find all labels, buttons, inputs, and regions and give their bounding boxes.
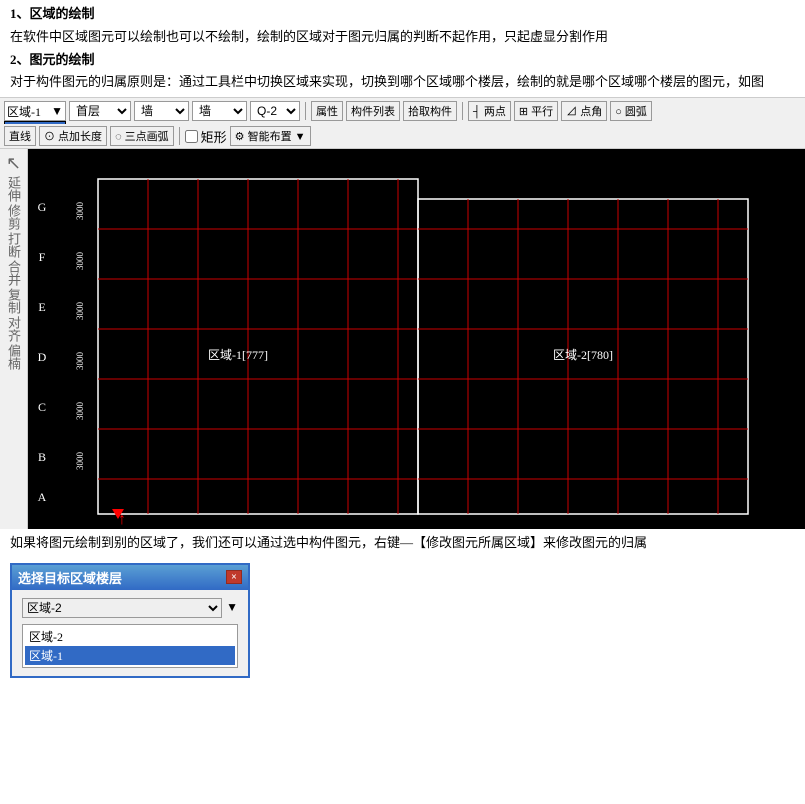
y-val-3: 3000 xyxy=(75,302,85,321)
row-b-label: B xyxy=(38,450,46,464)
row-a-label: A xyxy=(38,490,47,504)
wall-dropdown-2[interactable]: 墙 xyxy=(192,101,247,121)
zone-dropdown-arrow: ▼ xyxy=(51,104,63,119)
zone-dropdown-list[interactable]: 区域-1 区域-2 xyxy=(4,121,66,124)
dialog-list-item-zone2[interactable]: 区域-2 xyxy=(25,627,235,646)
btn-arc[interactable]: ○ 圆弧 xyxy=(610,101,652,121)
y-val-5: 3000 xyxy=(75,402,85,421)
code-dropdown[interactable]: Q-2 xyxy=(250,101,300,121)
btn-component-list[interactable]: 构件列表 xyxy=(346,101,400,121)
row-c-label: C xyxy=(38,400,46,414)
tool-trim[interactable]: 修剪 xyxy=(4,204,23,230)
zone-dropdown-wrapper[interactable]: 区域-1 ▼ 区域-1 区域-2 xyxy=(4,101,66,121)
main-area: ↖ 延伸 修剪 打断 合并 复制 对齐 偏楠 G F E D C B A xyxy=(0,149,805,529)
section1-body: 在软件中区域图元可以绘制也可以不绘制，绘制的区域对于图元归属的判断不起作用，只起… xyxy=(10,27,795,48)
section1-title: 1、区域的绘制 xyxy=(10,4,795,25)
btn-point-length[interactable]: ⊙ 点加长度 xyxy=(39,126,107,146)
row-d-label: D xyxy=(38,350,47,364)
tool-align[interactable]: 对齐 xyxy=(4,316,23,342)
sep1 xyxy=(305,102,306,120)
dialog-dropdown-arrow: ▼ xyxy=(226,600,238,615)
tool-cursor[interactable]: ↖ xyxy=(6,153,21,174)
row-e-label: E xyxy=(38,300,45,314)
dialog-close-icon: × xyxy=(231,572,237,583)
dialog-titlebar: 选择目标区域楼层 × xyxy=(12,565,248,590)
text-section-top: 1、区域的绘制 在软件中区域图元可以绘制也可以不绘制，绘制的区域对于图元归属的判… xyxy=(0,0,805,97)
dialog-close-button[interactable]: × xyxy=(226,570,242,584)
btn-smart-layout[interactable]: ⚙ 智能布置 ▼ xyxy=(230,126,311,146)
checkbox-rect[interactable] xyxy=(185,130,198,143)
wall-dropdown-1[interactable]: 墙 xyxy=(134,101,189,121)
y-val-6: 3000 xyxy=(75,452,85,471)
left-toolbar: ↖ 延伸 修剪 打断 合并 复制 对齐 偏楠 xyxy=(0,149,28,529)
btn-two-points[interactable]: ┤ 两点 xyxy=(468,101,511,121)
dialog-body: 区域-2 区域-1 ▼ 区域-2 区域-1 xyxy=(12,590,248,676)
btn-property[interactable]: 属性 xyxy=(311,101,343,121)
dialog-box: 选择目标区域楼层 × 区域-2 区域-1 ▼ 区域-2 区域-1 xyxy=(10,563,250,678)
dialog-overlay: 选择目标区域楼层 × 区域-2 区域-1 ▼ 区域-2 区域-1 xyxy=(10,563,795,678)
bottom-text-section: 如果将图元绘制到别的区域了，我们还可以通过选中构件图元，右键—【修改图元所属区域… xyxy=(0,529,805,557)
sep2 xyxy=(462,102,463,120)
btn-pick-component[interactable]: 拾取构件 xyxy=(403,101,457,121)
zone-option-1[interactable]: 区域-1 xyxy=(5,122,65,124)
btn-line[interactable]: 直线 xyxy=(4,126,36,146)
tool-break[interactable]: 打断 xyxy=(4,232,23,258)
y-val-2: 3000 xyxy=(75,252,85,271)
dialog-listbox[interactable]: 区域-2 区域-1 xyxy=(22,624,238,668)
dialog-list-item-zone1[interactable]: 区域-1 xyxy=(25,646,235,665)
tool-extend[interactable]: 延伸 xyxy=(4,176,23,202)
zone1-label: 区域-1[777] xyxy=(208,348,268,362)
canvas-svg: G F E D C B A 3000 3000 3000 3000 3000 3… xyxy=(28,149,805,529)
dialog-title: 选择目标区域楼层 xyxy=(18,568,122,587)
toolbar-row1: 区域-1 ▼ 区域-1 区域-2 首层 墙 墙 Q-2 xyxy=(0,98,805,124)
y-val-4: 3000 xyxy=(75,352,85,371)
tool-merge[interactable]: 合并 xyxy=(4,260,23,286)
toolbar-row2: 直线 ⊙ 点加长度 ◌ 三点画弧 矩形 ⚙ 智能布置 ▼ xyxy=(0,124,805,148)
checkbox-rect-label: 矩形 xyxy=(201,127,227,146)
btn-three-point-arc[interactable]: ◌ 三点画弧 xyxy=(110,126,174,146)
zone-dropdown-value: 区域-1 xyxy=(7,103,51,120)
canvas-wrapper: G F E D C B A 3000 3000 3000 3000 3000 3… xyxy=(28,149,805,529)
floor-dropdown[interactable]: 首层 xyxy=(69,101,131,121)
y-val-1: 3000 xyxy=(75,202,85,221)
row-g-label: G xyxy=(38,200,47,214)
tool-copy[interactable]: 复制 xyxy=(4,288,23,314)
section2-title: 2、图元的绘制 xyxy=(10,50,795,71)
toolbar-area: 区域-1 ▼ 区域-1 区域-2 首层 墙 墙 Q-2 xyxy=(0,97,805,149)
btn-point-angle[interactable]: ⊿ 点角 xyxy=(561,101,607,121)
section2-body: 对于构件图元的归属原则是：通过工具栏中切换区域来实现，切换到哪个区域哪个楼层，绘… xyxy=(10,72,795,93)
dialog-zone-select[interactable]: 区域-2 区域-1 xyxy=(22,598,222,618)
page-container: 1、区域的绘制 在软件中区域图元可以绘制也可以不绘制，绘制的区域对于图元归属的判… xyxy=(0,0,805,804)
bottom-text-content: 如果将图元绘制到别的区域了，我们还可以通过选中构件图元，右键—【修改图元所属区域… xyxy=(10,533,795,553)
row-f-label: F xyxy=(39,250,46,264)
tool-offset[interactable]: 偏楠 xyxy=(4,344,23,370)
zone2-label: 区域-2[780] xyxy=(553,348,613,362)
sep3 xyxy=(179,127,180,145)
btn-parallel[interactable]: ⊞ 平行 xyxy=(514,101,558,121)
dialog-zone-row: 区域-2 区域-1 ▼ xyxy=(22,598,238,618)
